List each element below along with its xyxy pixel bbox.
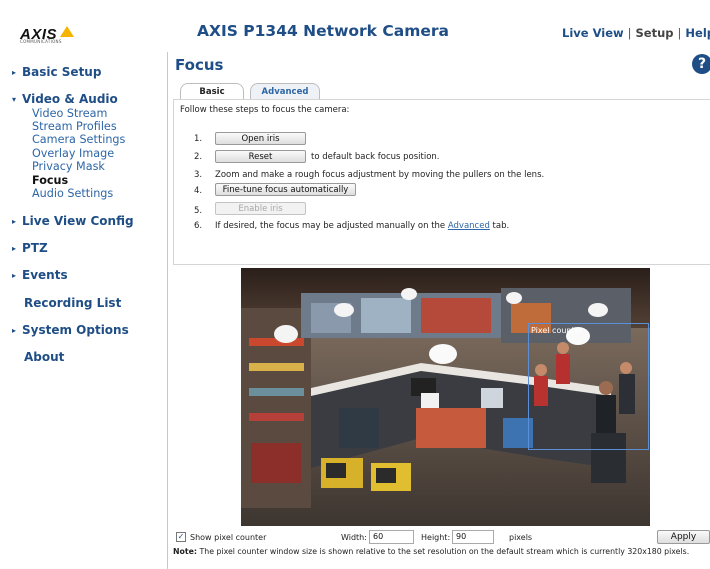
show-pixel-counter-checkbox[interactable]: ✓ — [176, 532, 186, 542]
chevron-right-icon: ▸ — [12, 244, 17, 253]
sidebar-item-ptz[interactable]: ▸ PTZ — [12, 241, 48, 255]
sidebar-subitem-focus[interactable]: Focus — [32, 174, 68, 188]
sidebar-item-label: System Options — [22, 323, 129, 337]
step-number: 4. — [194, 186, 203, 196]
step-number: 5. — [194, 206, 203, 216]
note-text: The pixel counter window size is shown r… — [197, 547, 690, 556]
pixel-counter-label: Pixel counter — [531, 326, 583, 335]
focus-steps-panel: Follow these steps to focus the camera: … — [173, 99, 710, 265]
step-6-text: If desired, the focus may be adjusted ma… — [215, 221, 509, 231]
sidebar: ▸ Basic Setup ▾ Video & Audio Video Stream… — [0, 52, 168, 569]
help-icon[interactable]: ? — [692, 54, 710, 74]
pixel-counter-note: Note: The pixel counter window size is s… — [173, 547, 709, 557]
reset-description: to default back focus position. — [311, 152, 440, 162]
page-title: Focus — [175, 56, 224, 74]
width-label: Width: — [341, 533, 367, 542]
chevron-right-icon: ▸ — [12, 326, 17, 335]
nav-separator: | — [677, 26, 682, 40]
height-label: Height: — [421, 533, 451, 542]
height-input[interactable]: 90 — [452, 530, 494, 544]
sidebar-subitem-overlay-image[interactable]: Overlay Image — [32, 147, 114, 161]
enable-iris-button[interactable]: Enable iris — [215, 202, 306, 215]
nav-separator: | — [627, 26, 632, 40]
tab-basic[interactable]: Basic — [180, 83, 244, 100]
sidebar-subitem-privacy-mask[interactable]: Privacy Mask — [32, 160, 105, 174]
sidebar-item-label: Video & Audio — [22, 92, 118, 106]
sidebar-item-system-options[interactable]: ▸ System Options — [12, 323, 129, 337]
page-header-title: AXIS P1344 Network Camera — [197, 22, 449, 40]
header: AXIS COMMUNICATIONS AXIS P1344 Network C… — [0, 0, 710, 52]
apply-button[interactable]: Apply — [657, 530, 710, 544]
reset-button[interactable]: Reset — [215, 150, 306, 163]
help-link[interactable]: Help — [685, 26, 710, 40]
chevron-right-icon: ▸ — [12, 217, 17, 226]
sidebar-item-live-view-config[interactable]: ▸ Live View Config — [12, 214, 134, 228]
intro-text: Follow these steps to focus the camera: — [180, 105, 350, 115]
sidebar-item-about[interactable]: About — [24, 350, 64, 364]
pixel-counter-box[interactable]: Pixel counter — [528, 323, 649, 450]
logo-triangle-icon — [60, 26, 74, 37]
sidebar-subitem-audio-settings[interactable]: Audio Settings — [32, 187, 113, 201]
advanced-tab-link[interactable]: Advanced — [448, 221, 490, 231]
show-pixel-counter-label: Show pixel counter — [190, 533, 267, 542]
chevron-down-icon: ▾ — [12, 95, 17, 104]
top-navigation: Live View|Setup|Help — [562, 26, 710, 40]
step-3-text: Zoom and make a rough focus adjustment b… — [215, 170, 545, 180]
sidebar-item-recording-list[interactable]: Recording List — [24, 296, 121, 310]
axis-logo[interactable]: AXIS COMMUNICATIONS — [20, 24, 76, 46]
note-label: Note: — [173, 547, 198, 556]
pixels-label: pixels — [509, 533, 533, 542]
sidebar-item-events[interactable]: ▸ Events — [12, 268, 68, 282]
step-6-post: tab. — [489, 221, 510, 231]
fine-tune-focus-button[interactable]: Fine-tune focus automatically — [215, 183, 356, 196]
sidebar-item-label: Live View Config — [22, 214, 134, 228]
sidebar-subitem-video-stream[interactable]: Video Stream — [32, 107, 107, 121]
width-input[interactable]: 60 — [369, 530, 414, 544]
step-6-pre: If desired, the focus may be adjusted ma… — [215, 221, 448, 231]
step-number: 6. — [194, 221, 203, 231]
open-iris-button[interactable]: Open iris — [215, 132, 306, 145]
chevron-right-icon: ▸ — [12, 68, 17, 77]
chevron-right-icon: ▸ — [12, 271, 17, 280]
sidebar-subitem-camera-settings[interactable]: Camera Settings — [32, 133, 125, 147]
sidebar-item-video-audio[interactable]: ▾ Video & Audio — [12, 92, 118, 106]
sidebar-item-label: Basic Setup — [22, 65, 102, 79]
step-number: 3. — [194, 170, 203, 180]
sidebar-subitem-stream-profiles[interactable]: Stream Profiles — [32, 120, 117, 134]
live-view-link[interactable]: Live View — [562, 26, 624, 40]
logo-subtext: COMMUNICATIONS — [20, 39, 62, 44]
step-number: 1. — [194, 134, 203, 144]
sidebar-item-label: Events — [22, 268, 68, 282]
sidebar-item-basic-setup[interactable]: ▸ Basic Setup — [12, 65, 101, 79]
sidebar-item-label: PTZ — [22, 241, 48, 255]
setup-link[interactable]: Setup — [636, 26, 674, 40]
step-number: 2. — [194, 152, 203, 162]
tab-advanced[interactable]: Advanced — [250, 83, 320, 100]
